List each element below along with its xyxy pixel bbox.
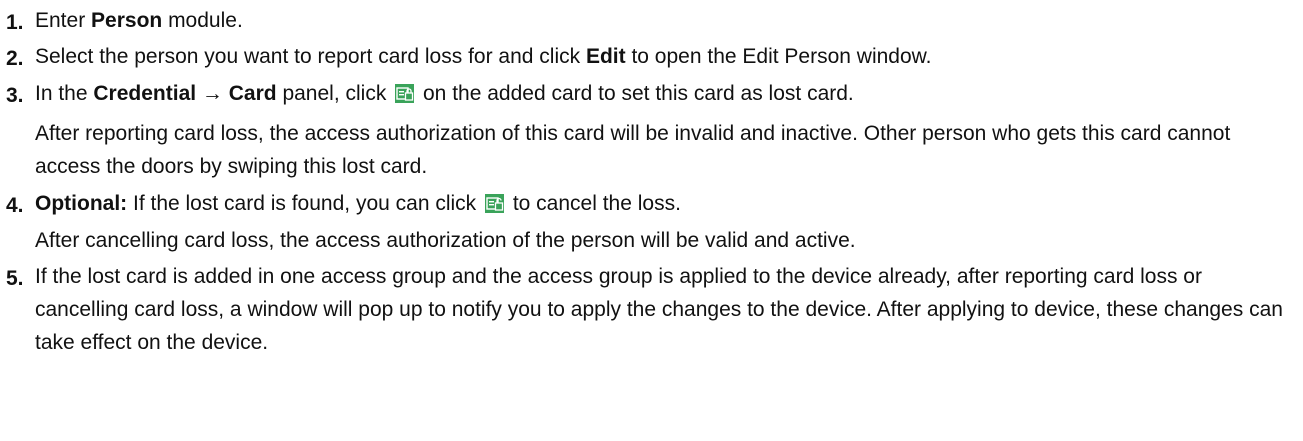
step-text: In the Credential → Card panel, click on… (35, 82, 854, 105)
step-text: If the lost card is added in one access … (35, 265, 1283, 354)
ui-term: Edit (585, 45, 626, 68)
step-number: 3. (6, 84, 24, 107)
ui-term: Person (91, 9, 163, 32)
step-number: 1. (6, 11, 24, 34)
step-text: Optional: If the lost card is found, you… (35, 192, 681, 215)
step-number: 4. (6, 194, 24, 217)
step-4-note: After cancelling card loss, the access a… (35, 229, 856, 252)
step-3-note: After reporting card loss, the access au… (35, 122, 1231, 178)
step-number: 2. (6, 47, 24, 70)
ui-term: Credential → Card (93, 82, 277, 105)
step-text: Select the person you want to report car… (35, 45, 932, 68)
cancel-card-loss-icon (485, 194, 504, 213)
step-number: 5. (6, 267, 24, 290)
step-text: Enter Person module. (35, 9, 243, 32)
optional-label: Optional: (35, 192, 128, 215)
report-card-loss-icon (395, 84, 415, 103)
